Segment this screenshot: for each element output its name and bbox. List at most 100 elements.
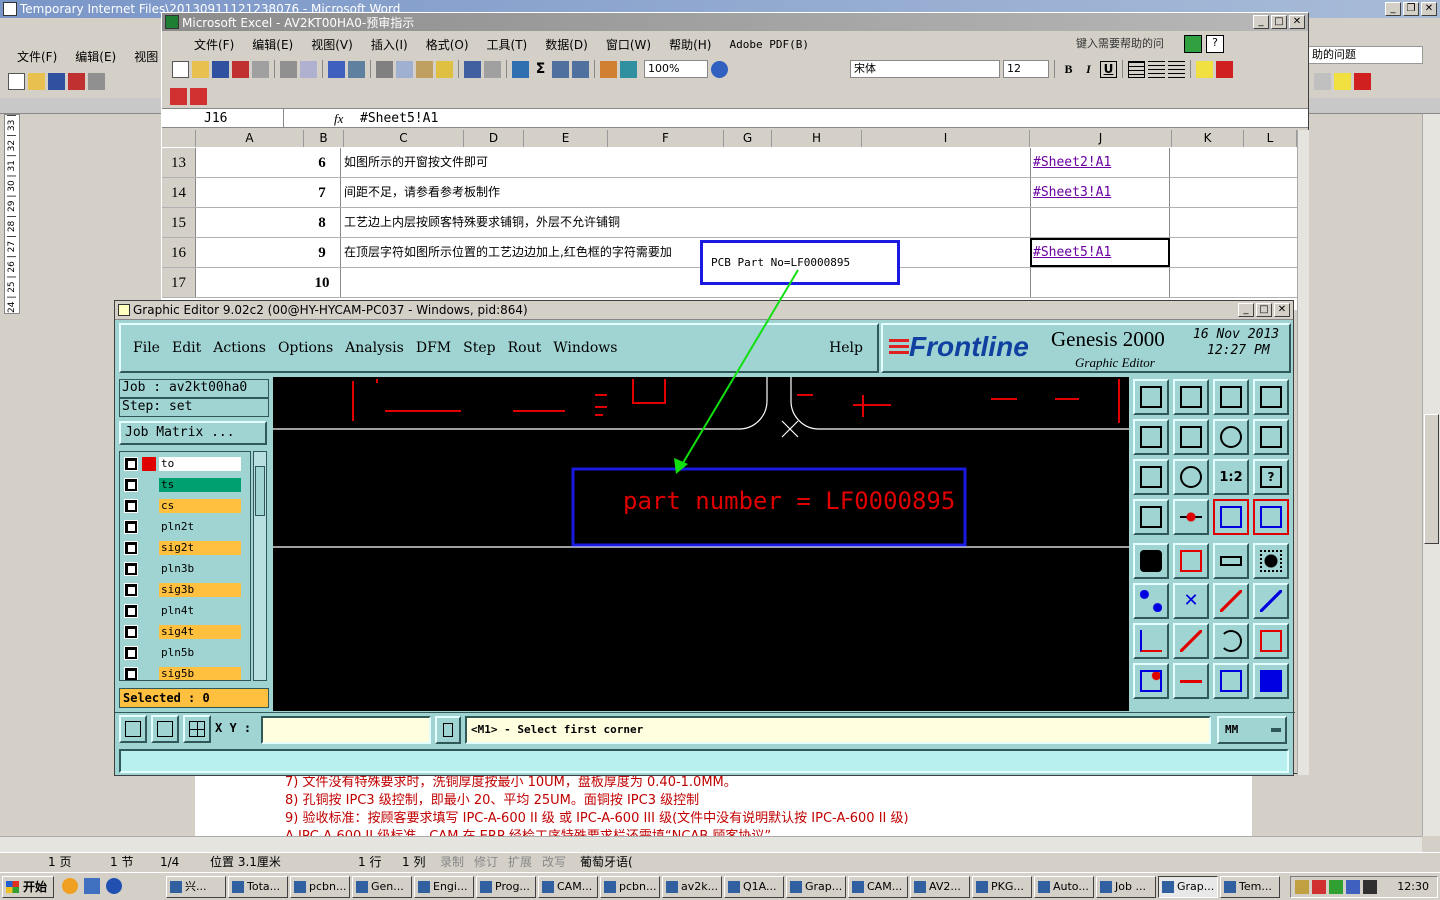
layer-row[interactable]: pln3b [124, 561, 244, 577]
taskbar-item[interactable]: pcbn... [290, 876, 350, 898]
tool-arc-button[interactable] [1213, 623, 1249, 659]
excel-menu-format[interactable]: 格式(O) [417, 36, 478, 53]
fx-icon[interactable]: fx [334, 109, 343, 128]
tool-display-button[interactable] [1133, 543, 1169, 579]
print-icon[interactable] [88, 72, 105, 90]
column-header[interactable]: B [304, 130, 344, 147]
tool-resize-button[interactable] [1213, 663, 1249, 699]
hyperlink-icon[interactable] [512, 60, 529, 78]
job-matrix-button[interactable]: Job Matrix ... [119, 421, 267, 445]
maximize-icon[interactable]: □ [1256, 303, 1272, 317]
excel-vertical-scrollbar[interactable] [1297, 130, 1309, 775]
layer-scroll-thumb[interactable] [255, 466, 265, 516]
maximize-icon[interactable]: □ [1271, 15, 1287, 29]
layer-row[interactable]: sig3b [124, 582, 244, 598]
cell-b[interactable]: 9 [304, 238, 341, 267]
column-header[interactable]: F [608, 130, 724, 147]
column-header[interactable]: J [1030, 130, 1172, 147]
layer-checkbox[interactable] [124, 646, 138, 660]
close-icon[interactable]: ✕ [1421, 2, 1437, 16]
tool-group-button[interactable] [1253, 663, 1289, 699]
word-help-box[interactable]: 助的问题 [1308, 46, 1423, 64]
tool-redraw-button[interactable] [1213, 419, 1249, 455]
tray-icon[interactable] [1295, 880, 1309, 894]
copy-icon[interactable] [396, 60, 413, 78]
minimize-icon[interactable]: _ [1253, 15, 1269, 29]
column-header[interactable]: G [724, 130, 772, 147]
tool-split-button[interactable] [1253, 623, 1289, 659]
drawing-icon[interactable] [620, 60, 637, 78]
tool-select-area-button[interactable] [1173, 543, 1209, 579]
close-icon[interactable]: ✕ [1289, 15, 1305, 29]
tool-ruler-button[interactable] [1213, 543, 1249, 579]
taskbar-item[interactable]: Tota... [228, 876, 288, 898]
s-icon[interactable] [1184, 35, 1202, 53]
graphic-canvas[interactable]: part number = LF0000895 [273, 377, 1129, 711]
sort-descending-icon[interactable] [572, 60, 589, 78]
print-icon[interactable] [280, 60, 297, 78]
grid-button[interactable] [183, 715, 211, 743]
tool-connect-button[interactable] [1133, 583, 1169, 619]
zoom-out-button[interactable] [151, 715, 179, 743]
excel-menu-tools[interactable]: 工具(T) [478, 36, 537, 53]
layer-row[interactable]: sig4t [124, 624, 244, 640]
taskbar-item[interactable]: Q1A... [724, 876, 784, 898]
word-menu-edit[interactable]: 编辑(E) [66, 48, 125, 65]
italic-icon[interactable]: I [1080, 61, 1097, 78]
close-icon[interactable]: ✕ [1274, 303, 1290, 317]
pdf-convert-icon[interactable] [170, 87, 187, 105]
genesis-menu-dfm[interactable]: DFM [416, 340, 451, 356]
units-select[interactable]: MM [1217, 716, 1287, 744]
research-icon[interactable] [348, 60, 365, 78]
layer-checkbox[interactable] [124, 583, 138, 597]
genesis-menu-help[interactable]: Help [829, 340, 863, 356]
row-header[interactable]: 14 [162, 178, 196, 207]
print-preview-icon[interactable] [300, 60, 317, 78]
tool-delete-button[interactable]: ✕ [1173, 583, 1209, 619]
minimize-icon[interactable]: _ [1385, 2, 1401, 16]
cell-b[interactable]: 8 [304, 208, 341, 237]
font-size-select[interactable]: 12 [1003, 60, 1049, 78]
genesis-menu-rout[interactable]: Rout [508, 340, 542, 356]
tool-line2-button[interactable] [1253, 583, 1289, 619]
taskbar-item[interactable]: CAM... [538, 876, 598, 898]
genesis-menu-actions[interactable]: Actions [213, 340, 266, 356]
row-header[interactable]: 15 [162, 208, 196, 237]
paste-icon[interactable] [416, 60, 433, 78]
cell-j-link[interactable] [1030, 208, 1170, 237]
highlight-icon[interactable] [1334, 72, 1351, 90]
column-header[interactable]: L [1244, 130, 1297, 147]
word-menu-file[interactable]: 文件(F) [8, 48, 66, 65]
cell-b[interactable]: 10 [304, 268, 341, 297]
layer-row[interactable]: pln4t [124, 603, 244, 619]
pcb-part-callout[interactable]: PCB Part No=LF0000895 [700, 240, 900, 285]
fill-color-icon[interactable] [1196, 60, 1213, 78]
undo-icon[interactable] [464, 60, 481, 78]
align-center-icon[interactable] [1148, 60, 1165, 78]
status-record[interactable]: 录制 [440, 853, 464, 871]
excel-menu-view[interactable]: 视图(V) [302, 36, 362, 53]
cut-icon[interactable] [376, 60, 393, 78]
help-icon[interactable] [711, 60, 728, 78]
tool-measure-button[interactable] [1133, 499, 1169, 535]
open-icon[interactable] [28, 72, 45, 90]
cell-c[interactable]: 间距不足，请参看参考板制作 [344, 178, 1034, 207]
format-painter-icon[interactable] [436, 60, 453, 78]
save-icon[interactable] [212, 60, 229, 78]
question-icon[interactable]: ? [1206, 35, 1224, 53]
row-header[interactable]: 16 [162, 238, 196, 267]
genesis-menu-analysis[interactable]: Analysis [345, 340, 404, 356]
zoom-select[interactable]: 100% [644, 60, 708, 78]
sort-ascending-icon[interactable] [552, 60, 569, 78]
taskbar-item[interactable]: Job ... [1096, 876, 1156, 898]
tool-zoom-down-button[interactable] [1173, 379, 1209, 415]
column-header[interactable]: A [196, 130, 304, 147]
tool-home-button[interactable] [1213, 379, 1249, 415]
open-icon[interactable] [192, 60, 209, 78]
layer-checkbox[interactable] [124, 541, 138, 555]
desktop-icon[interactable] [84, 878, 100, 894]
status-extend[interactable]: 扩展 [508, 853, 532, 871]
cell-j-link[interactable] [1030, 268, 1170, 297]
indent-icon[interactable] [1314, 72, 1331, 90]
excel-menu-window[interactable]: 窗口(W) [597, 36, 660, 53]
